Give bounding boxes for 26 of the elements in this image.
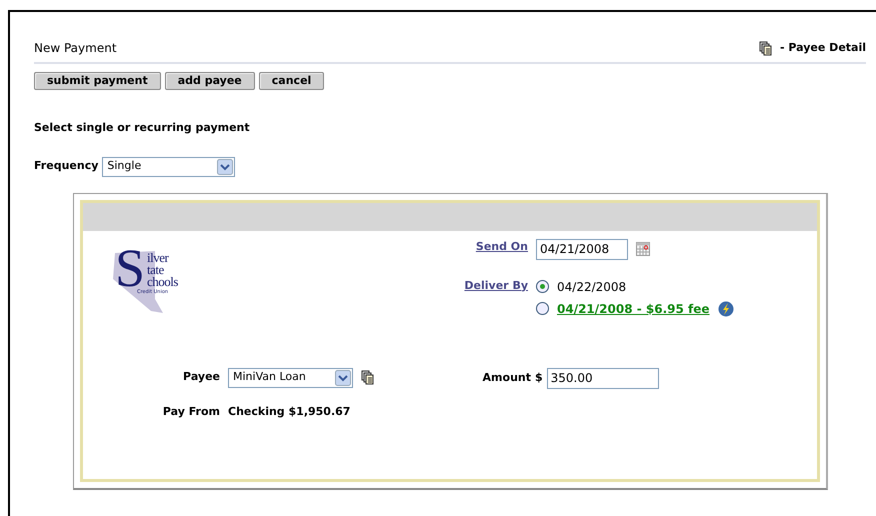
copy-icon — [759, 40, 772, 56]
calendar-icon[interactable] — [636, 242, 650, 256]
radio-button[interactable] — [536, 302, 549, 315]
pay-from-account: Checking $1,950.67 — [228, 404, 350, 420]
expedited-delivery-link[interactable]: 04/21/2008 - $6.95 fee — [557, 300, 710, 318]
frequency-label: Frequency — [34, 158, 98, 174]
currency-symbol: $ — [535, 370, 543, 386]
radio-button[interactable] — [536, 280, 549, 293]
payee-dropdown[interactable]: MiniVan Loan — [228, 368, 353, 388]
copy-icon[interactable] — [361, 370, 374, 385]
pay-from-label: Pay From — [162, 404, 220, 420]
amount-field[interactable]: 350.00 — [546, 368, 659, 388]
frequency-dropdown[interactable]: Single — [102, 156, 236, 176]
lightning-icon — [718, 300, 734, 316]
page-title: New Payment — [34, 40, 117, 57]
deliver-by-link[interactable]: Deliver By — [443, 278, 528, 318]
payee-label: Payee — [182, 369, 220, 386]
section-heading: Select single or recurring payment — [34, 120, 251, 136]
amount-label: Amount — [482, 370, 531, 386]
delivery-date-option: 04/22/2008 — [557, 278, 626, 296]
action-button[interactable]: add payee — [164, 72, 255, 90]
send-on-link[interactable]: Send On — [443, 238, 528, 255]
action-button[interactable]: submit payment — [34, 72, 161, 90]
send-on-date-field[interactable]: 04/21/2008 — [536, 238, 628, 260]
payee-detail-label: - Payee Detail — [780, 40, 866, 56]
action-button[interactable]: cancel — [258, 72, 324, 90]
